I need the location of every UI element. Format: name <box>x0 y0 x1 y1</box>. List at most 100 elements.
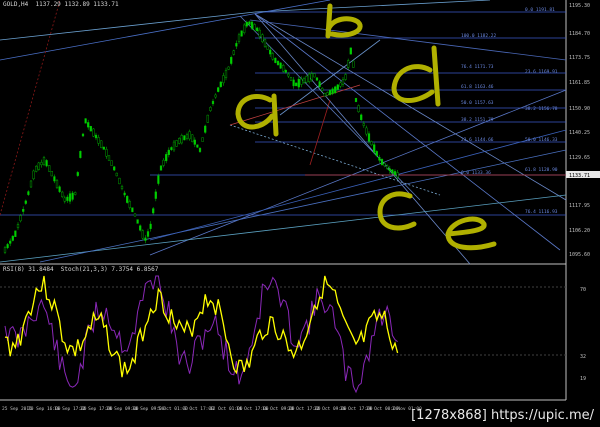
candle-body <box>183 135 186 141</box>
candle-body <box>131 207 134 213</box>
candle-body <box>214 94 217 98</box>
candle-body <box>331 88 334 94</box>
candle-body <box>79 151 82 158</box>
fibo-label: 76.4 1116.93 <box>525 209 558 215</box>
candle-body <box>50 171 53 177</box>
candle-body <box>136 219 139 224</box>
candle-body <box>323 92 326 97</box>
candle-body <box>45 160 48 167</box>
candle-body <box>321 87 324 91</box>
candle-body <box>115 172 118 177</box>
candle-body <box>196 144 199 148</box>
candle-body <box>334 86 337 94</box>
candle-body <box>37 162 40 170</box>
watermark: [1278x868] https://upic.me/ <box>411 408 594 423</box>
candle-body <box>61 191 64 197</box>
candle-body <box>315 77 319 81</box>
candle-body <box>396 172 399 178</box>
price-tick: 1140.25 <box>569 130 590 136</box>
candle-body <box>3 247 7 253</box>
candle-body <box>230 57 233 64</box>
candle-body <box>84 118 87 124</box>
rsi-line <box>4 275 399 378</box>
candle-body <box>154 191 157 199</box>
candle-body <box>35 165 38 172</box>
candle-body <box>224 69 228 79</box>
candle-body <box>266 45 269 50</box>
candle-body <box>354 97 358 103</box>
indicator-tick: 19 <box>580 376 586 382</box>
candle-body <box>313 73 316 78</box>
candle-body <box>29 180 33 188</box>
candle-body <box>310 73 313 80</box>
candle-body <box>344 74 347 80</box>
candle-body <box>97 137 100 144</box>
price-chart[interactable]: 0.0 1191.81 100.0 1182.22 76.4 1171.73 6… <box>0 0 600 427</box>
candle-body <box>55 179 59 189</box>
candle-body <box>357 105 360 113</box>
candle-body <box>274 57 277 63</box>
fibo-label: 23.6 1169.91 <box>525 69 558 75</box>
candle-body <box>305 76 308 83</box>
candle-body <box>87 122 90 128</box>
fibo-label: 0.0 1133.36 <box>461 170 491 176</box>
candle-body <box>250 21 254 29</box>
stoch-line <box>4 275 398 394</box>
candle-body <box>386 165 389 169</box>
candle-body <box>71 192 74 200</box>
candle-body <box>391 169 394 174</box>
annotation-c <box>377 191 417 231</box>
candle-body <box>141 230 144 239</box>
indicator-ticks: 70 32 19 <box>580 287 586 382</box>
candle-body <box>185 134 189 139</box>
candle-body <box>40 162 43 166</box>
candle-body <box>237 34 241 42</box>
candle-body <box>24 200 27 204</box>
candle-body <box>365 127 368 135</box>
candle-body <box>227 66 230 70</box>
candle-body <box>149 223 152 229</box>
candle-body <box>146 231 150 237</box>
candle-body <box>232 50 235 55</box>
candle-body <box>126 195 129 203</box>
candle-body <box>341 79 345 85</box>
candle-body <box>287 73 290 77</box>
candle-body <box>113 166 116 171</box>
annotation-b <box>325 3 363 39</box>
candle-body <box>284 69 287 73</box>
fibo-label: 0.0 1191.81 <box>525 7 555 13</box>
candle-body <box>339 82 342 87</box>
candle-body <box>74 192 77 195</box>
candle-body <box>256 27 259 31</box>
candle-body <box>253 24 256 31</box>
candle-body <box>165 154 168 162</box>
candle-body <box>328 90 332 95</box>
fibo-label: 61.8 1163.46 <box>461 84 494 90</box>
price-tick: 1184.70 <box>569 31 590 37</box>
fibo-label: 61.8 1128.90 <box>525 167 558 173</box>
indicator-tick: 70 <box>580 287 586 293</box>
candle-body <box>360 114 363 121</box>
fibo-label: 38.2 1151.79 <box>461 117 494 123</box>
fibo-label: 23.6 1144.66 <box>461 137 494 143</box>
candle-body <box>58 186 61 192</box>
annotation-d <box>391 45 441 107</box>
candle-body <box>206 114 209 123</box>
candle-body <box>118 177 121 185</box>
candle-body <box>245 21 248 27</box>
candle-body <box>107 155 111 161</box>
candle-body <box>326 92 329 96</box>
candle-body <box>19 215 22 222</box>
candle-body <box>180 135 183 144</box>
fibo-label: 50.0 1146.33 <box>525 137 558 143</box>
fibo-label: 100.0 1182.22 <box>461 33 497 39</box>
candle-body <box>235 43 238 47</box>
candle-body <box>66 196 69 201</box>
candle-body <box>219 81 222 88</box>
candle-body <box>378 157 381 161</box>
candle-body <box>9 240 12 244</box>
candle-body <box>209 107 212 111</box>
candle-body <box>144 237 147 241</box>
candle-body <box>383 163 386 167</box>
annotation-e <box>445 216 497 251</box>
